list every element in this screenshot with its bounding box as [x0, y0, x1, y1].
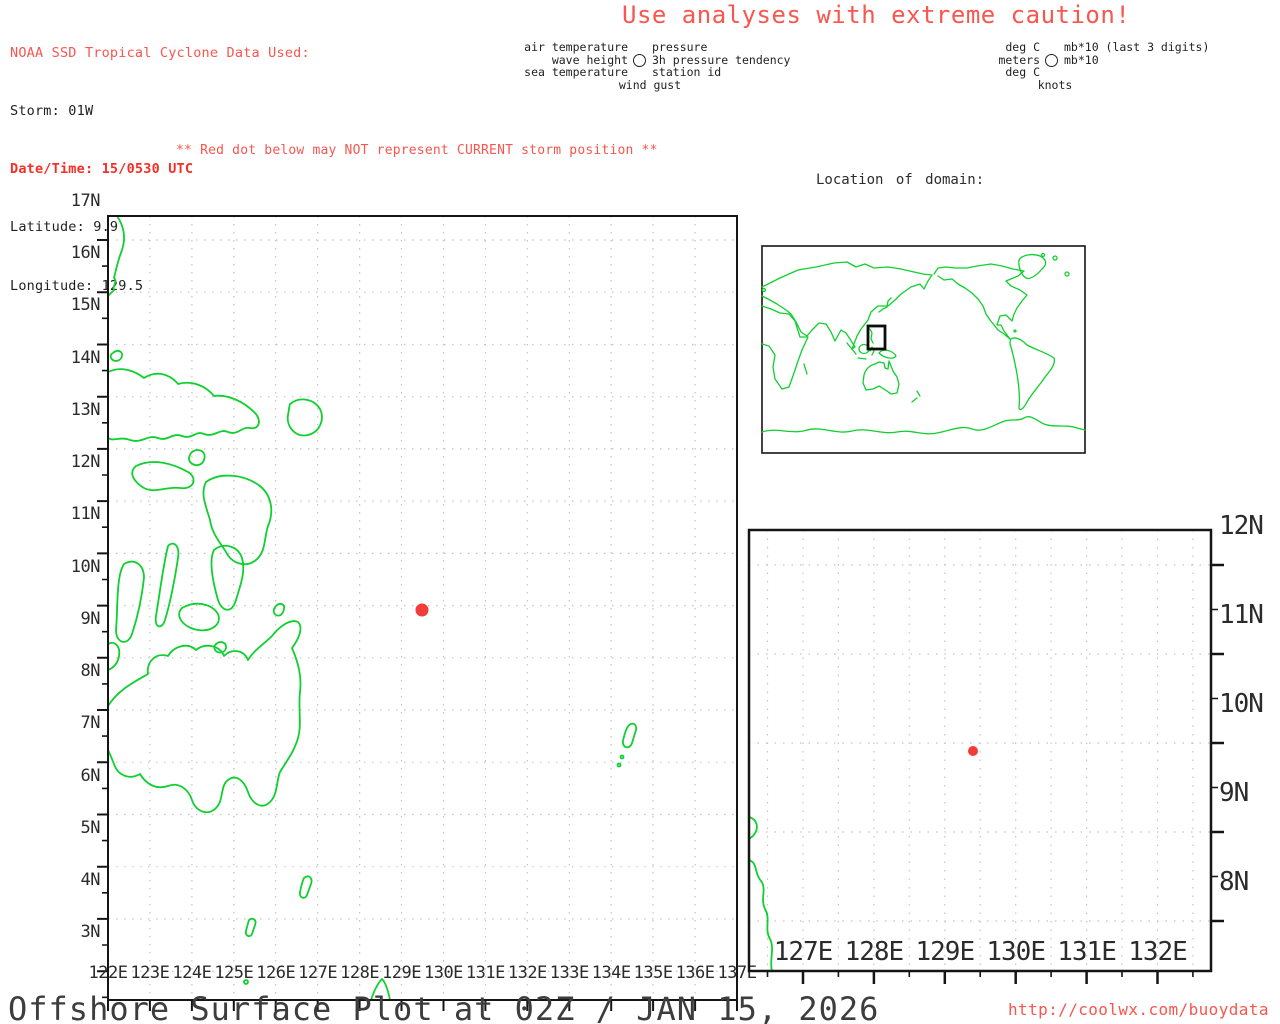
world-locator-map: [761, 208, 1086, 454]
lat-tick-label: 11N: [1219, 600, 1264, 630]
lat-tick-label: 9N: [80, 608, 101, 629]
lon-tick-label: 128E: [340, 963, 380, 983]
unit-deg-c-2: deg C: [1005, 65, 1040, 79]
lat-tick-label: 16N: [70, 243, 101, 264]
world-map-svg: [761, 245, 1086, 454]
lat-tick-label: 3N: [80, 922, 101, 943]
lon-tick-label: 127E: [773, 937, 834, 967]
legend-sea-temperature: sea temperature: [524, 65, 628, 79]
lat-tick-label: 17N: [70, 191, 101, 211]
lat-tick-label: 8N: [80, 661, 101, 682]
caution-warning-text: Use analyses with extreme caution!: [622, 1, 1131, 29]
lon-tick-label: 130E: [423, 963, 463, 983]
buoydata-link[interactable]: http://coolwx.com/buoydata: [1008, 1000, 1269, 1019]
inset-coastline: [748, 816, 773, 972]
inset-gridlines: [749, 530, 1211, 971]
legend-pressure-tendency: 3h pressure tendency: [652, 52, 791, 67]
lon-tick-label: 130E: [986, 937, 1046, 967]
main-map-svg: [97, 215, 738, 1011]
legend-station-id: station id: [652, 65, 722, 79]
lat-tick-label: 9N: [1219, 778, 1249, 808]
lon-tick-label: 129E: [915, 937, 975, 967]
unit-mb10: mb*10: [1064, 52, 1099, 67]
unit-knots: knots: [1037, 77, 1073, 92]
storm-position-dot: [415, 603, 429, 617]
lat-tick-label: 7N: [80, 713, 101, 734]
inset-map-svg: [747, 528, 1224, 984]
lon-tick-label: 127E: [298, 963, 338, 983]
inset-frame: [747, 528, 1224, 984]
lon-tick-label: 133E: [549, 963, 589, 983]
lon-tick-label: 123E: [130, 963, 170, 983]
lon-tick-label: 131E: [465, 963, 505, 983]
lat-tick-label: 13N: [70, 399, 101, 420]
lat-tick-label: 12N: [1219, 511, 1264, 541]
lat-tick-label: 5N: [80, 817, 101, 838]
legend-air-temperature: air temperature: [524, 40, 628, 54]
lat-tick-label: 11N: [70, 504, 101, 525]
lon-tick-label: 128E: [844, 937, 905, 967]
lat-tick-label: 15N: [70, 295, 101, 316]
lat-tick-label: 12N: [70, 452, 101, 473]
unit-deg-c-1: deg C: [1005, 40, 1040, 54]
station-circle-icon: [1045, 54, 1058, 67]
lon-tick-label: 125E: [214, 963, 254, 983]
unit-meters: meters: [998, 52, 1040, 67]
lat-tick-label: 10N: [70, 556, 101, 577]
plot-title: Offshore Surface Plot at 02Z / JAN 15, 2…: [8, 990, 880, 1024]
detail-inset-map: [747, 492, 1224, 984]
lat-tick-label: 4N: [80, 869, 101, 890]
legend-pressure: pressure: [652, 40, 708, 54]
world-inset-title: Location of domain:: [816, 172, 985, 188]
source-title: NOAA SSD Tropical Cyclone Data Used:: [10, 44, 310, 61]
station-circle-icon: [633, 54, 646, 67]
storm-position-note: ** Red dot below may NOT represent CURRE…: [176, 143, 658, 158]
storm-id-line: Storm: 01W: [10, 103, 94, 120]
unit-mb10-last3: mb*10 (last 3 digits): [1064, 40, 1210, 54]
lon-tick-label: 135E: [633, 963, 673, 983]
lon-tick-label: 126E: [256, 963, 296, 983]
lon-tick-label: 134E: [591, 963, 631, 983]
lat-tick-label: 8N: [1219, 867, 1249, 897]
lat-tick-label: 14N: [70, 347, 101, 368]
storm-position-dot-inset: [968, 746, 978, 756]
lon-tick-label: 131E: [1057, 937, 1117, 967]
lon-tick-label: 122E: [88, 963, 128, 983]
legend-wind-gust: wind gust: [618, 77, 682, 92]
world-coastlines: [761, 252, 1086, 435]
lon-tick-label: 129E: [382, 963, 421, 983]
lon-tick-label: 124E: [172, 963, 212, 983]
lon-tick-label: 132E: [507, 963, 547, 983]
lon-tick-label: 136E: [675, 963, 715, 983]
lat-tick-label: 10N: [1219, 689, 1264, 719]
main-map: [97, 178, 738, 1011]
storm-datetime-line: Date/Time: 15/0530 UTC: [10, 161, 194, 178]
legend-wave-height: wave height: [551, 52, 628, 67]
lon-tick-label: 132E: [1128, 937, 1188, 967]
philippines-coastline: [107, 215, 637, 1001]
lat-tick-label: 6N: [80, 765, 101, 786]
offshore-surface-plot-page: NOAA SSD Tropical Cyclone Data Used: Sto…: [0, 0, 1280, 1024]
